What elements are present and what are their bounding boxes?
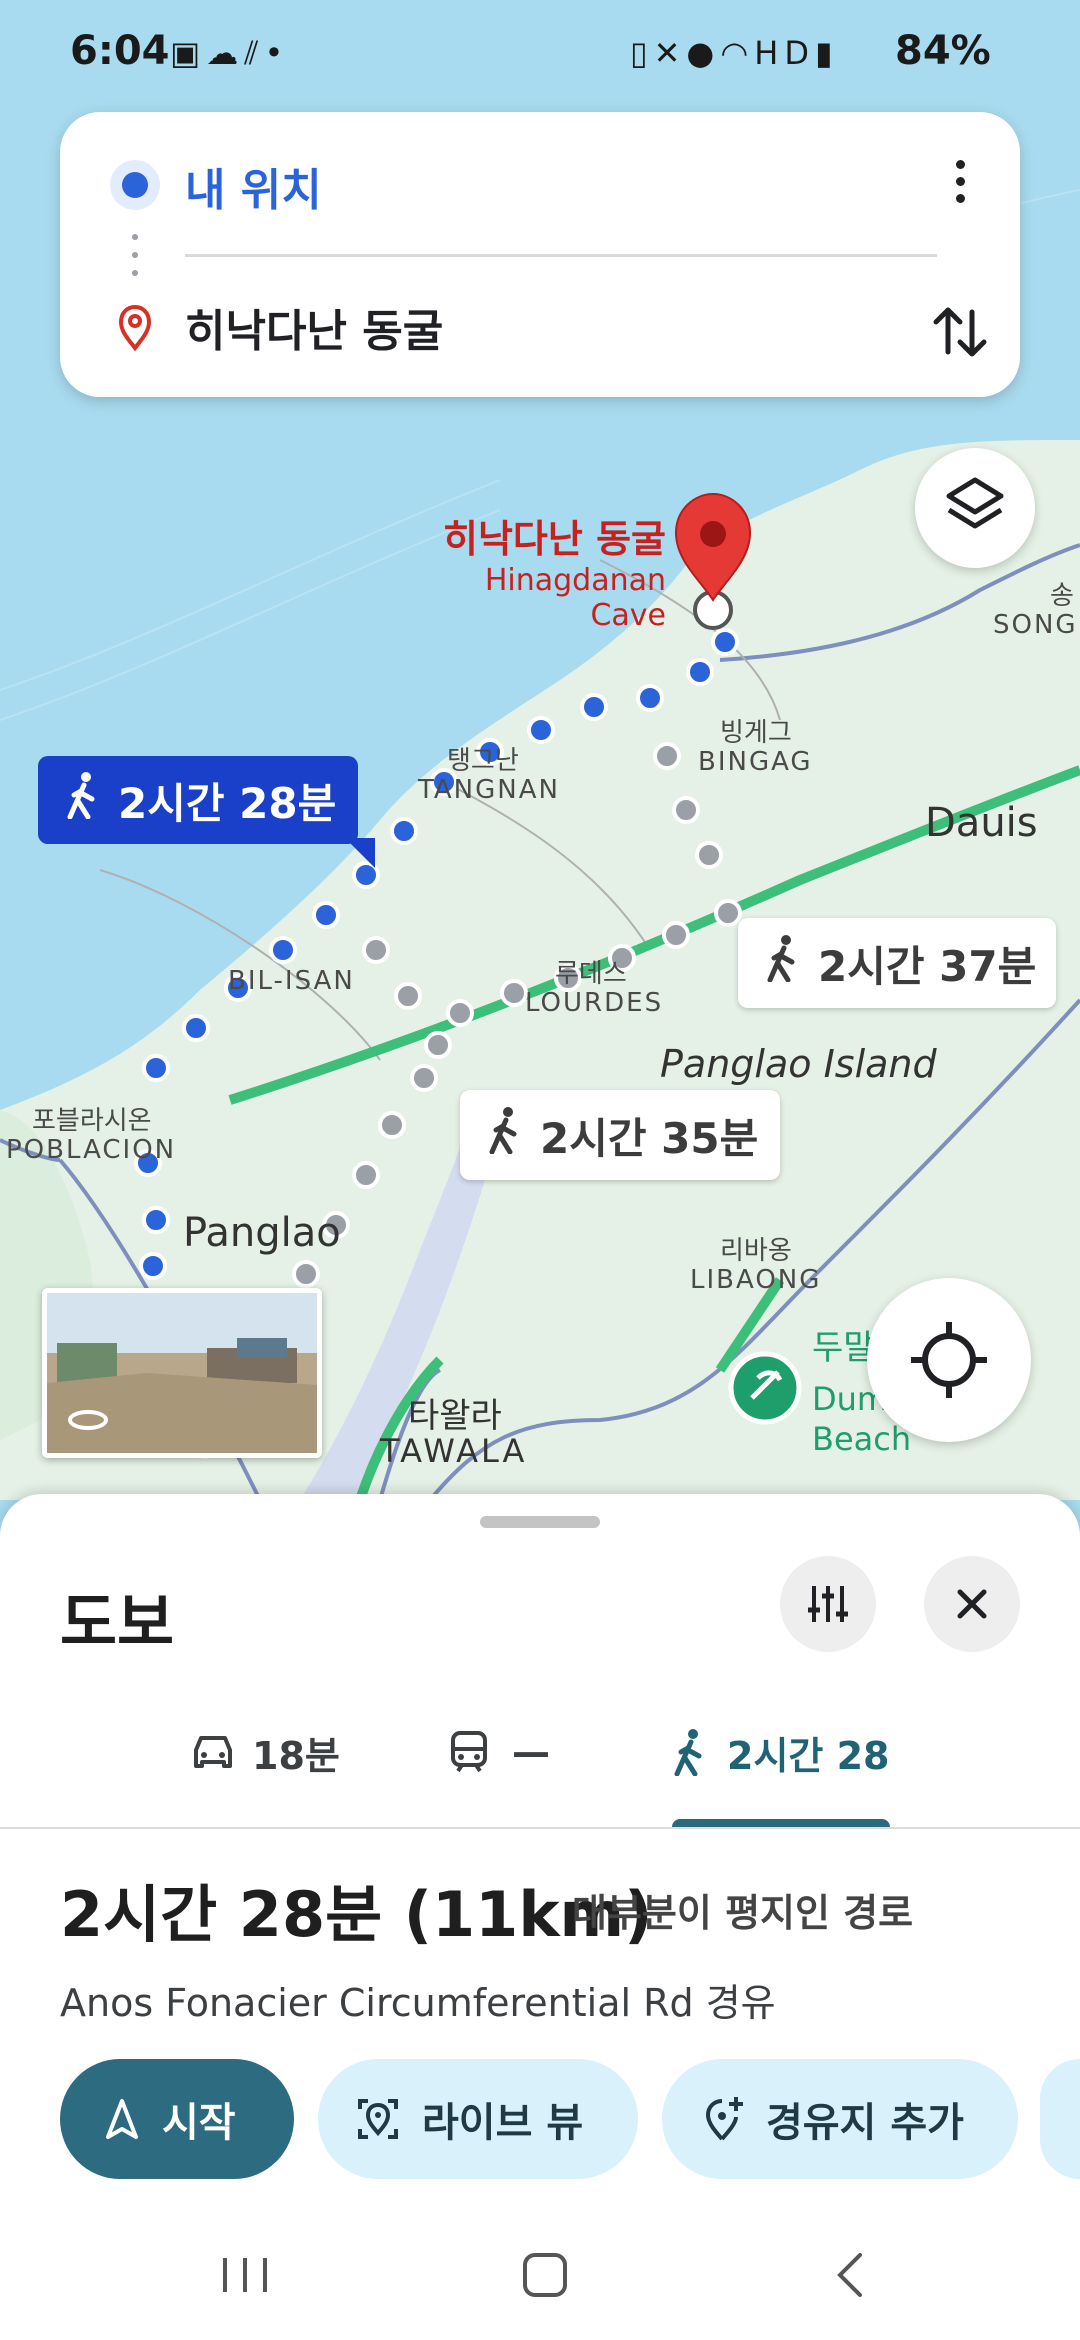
place-libaong-en: LIBAONG [690, 1265, 822, 1295]
place-lourdes-ko: 루데스 [555, 959, 627, 989]
route-summary-time: 2시간 28분 (11km) [60, 1878, 653, 1951]
place-bilisan-en: BIL-ISAN [228, 966, 355, 996]
tab-transit[interactable]: — [448, 1722, 550, 1782]
tune-icon [808, 1586, 848, 1622]
place-tangnan-ko: 탱그난 [447, 746, 519, 776]
image-icon: ▣ [170, 34, 207, 72]
route-label-alternative-1[interactable]: 2시간 37분 [738, 918, 1056, 1008]
layers-button[interactable] [915, 448, 1035, 568]
add-waypoint-label: 경유지 추가 [766, 2100, 964, 2146]
tab-driving[interactable]: 18분 [190, 1722, 340, 1782]
place-bingag-en: BINGAG [698, 747, 813, 777]
route-main-duration: 2시간 28분 [118, 778, 337, 828]
place-beach-ko: 두말 [812, 1328, 875, 1368]
origin-location-icon [110, 160, 160, 210]
status-notification-icons: ▣☁⫽• [170, 34, 289, 73]
live-view-icon [354, 2095, 402, 2143]
place-dauis: Dauis [925, 800, 1038, 846]
tab-driving-label: 18분 [252, 1733, 340, 1778]
walk-icon [674, 1729, 702, 1776]
tabs-divider [0, 1827, 1080, 1829]
more-actions-button[interactable] [1040, 2059, 1080, 2179]
destination-map-label[interactable]: 히낙다난 동굴 Hinagdanan Cave [400, 508, 666, 633]
destination-field[interactable]: 히낙다난 동굴 [185, 295, 443, 359]
dot-icon: • [264, 34, 290, 72]
live-view-button[interactable]: 라이브 뷰 [318, 2059, 638, 2179]
place-poblacion-ko: 포블라시온 [32, 1106, 152, 1136]
rotate-360-icon [68, 1410, 108, 1430]
tab-transit-label: — [512, 1730, 550, 1774]
mute-icon: ✕ [653, 34, 687, 72]
status-bar: 6:04 ▣☁⫽• ▯✕●◠HD▮ 84% [0, 0, 1080, 110]
status-time: 6:04 [70, 28, 170, 74]
tab-walking[interactable]: 2시간 28 [673, 1722, 889, 1782]
layers-icon [946, 477, 1004, 529]
destination-label-en: Hinagdanan Cave [484, 563, 666, 633]
route-label-selected[interactable]: 2시간 28분 [38, 756, 358, 844]
route-options-button[interactable] [780, 1556, 876, 1652]
field-divider [185, 254, 937, 257]
place-lourdes-en: LOURDES [525, 988, 664, 1018]
wifi-icon: ◠ [720, 34, 755, 72]
directions-card: 내 위치 히낙다난 동굴 [60, 112, 1020, 397]
car-icon [194, 1736, 232, 1768]
tab-walking-label: 2시간 28 [727, 1733, 890, 1778]
place-song-en: SONG [993, 610, 1078, 640]
destination-pin-icon [118, 304, 152, 352]
close-icon [957, 1589, 987, 1619]
place-libaong-ko: 리바옹 [720, 1236, 792, 1266]
start-button-label: 시작 [162, 2100, 236, 2146]
route-via: Anos Fonacier Circumferential Rd 경유 [60, 1981, 776, 2025]
place-song-ko: 송 [1050, 581, 1074, 611]
transit-icon [451, 1731, 487, 1773]
location-icon: ● [686, 34, 721, 72]
close-button[interactable] [924, 1556, 1020, 1652]
origin-field[interactable]: 내 위치 [185, 154, 322, 218]
battery-saver-icon: ▯ [630, 34, 654, 72]
home-icon[interactable] [505, 2240, 585, 2310]
route-label-pointer [345, 838, 375, 868]
back-icon[interactable] [810, 2240, 890, 2310]
walk-icon [766, 934, 800, 992]
street-view-thumbnail[interactable] [42, 1288, 322, 1458]
walk-icon [488, 1106, 522, 1164]
place-bingag-ko: 빙게그 [720, 718, 792, 748]
weather-icon: ☁ [206, 34, 245, 72]
start-button[interactable]: 시작 [60, 2059, 294, 2179]
destination-label-ko: 히낙다난 동굴 [443, 517, 666, 561]
connector-dots [132, 234, 138, 284]
route-summary-note: 대부분이 평지인 경로 [572, 1891, 914, 1935]
route-alt1-duration: 2시간 37분 [818, 941, 1037, 991]
swap-directions-icon[interactable] [920, 292, 1000, 372]
sheet-drag-handle[interactable] [480, 1516, 600, 1528]
sync-icon: ⫽ [244, 34, 265, 72]
hd-voice-icon: HD [754, 34, 815, 72]
sheet-title: 도보 [60, 1586, 175, 1659]
place-poblacion-en: POBLACION [6, 1135, 177, 1165]
system-navigation-bar [0, 2200, 1080, 2340]
place-tawala-en: TAWALA [380, 1432, 528, 1470]
place-tawala-ko: 타왈라 [408, 1396, 502, 1436]
recent-apps-icon[interactable] [205, 2240, 285, 2310]
my-location-button[interactable] [867, 1278, 1031, 1442]
place-tangnan-en: TANGNAN [418, 775, 560, 805]
route-label-alternative-2[interactable]: 2시간 35분 [460, 1090, 780, 1180]
signal-icon: ▮ [814, 34, 839, 72]
status-system-icons: ▯✕●◠HD▮ [630, 34, 839, 72]
route-alt2-duration: 2시간 35분 [540, 1113, 759, 1163]
add-waypoint-button[interactable]: 경유지 추가 [662, 2059, 1018, 2179]
navigation-arrow-icon [102, 2097, 142, 2141]
place-panglao: Panglao [183, 1210, 341, 1256]
battery-percent: 84% [895, 28, 991, 74]
place-panglao-island: Panglao Island [660, 1042, 937, 1086]
more-options-button[interactable] [930, 152, 990, 222]
walk-icon [66, 771, 100, 829]
add-location-icon [702, 2095, 746, 2143]
live-view-label: 라이브 뷰 [422, 2100, 584, 2146]
selected-tab-indicator [672, 1819, 890, 1827]
crosshair-icon [911, 1322, 987, 1398]
